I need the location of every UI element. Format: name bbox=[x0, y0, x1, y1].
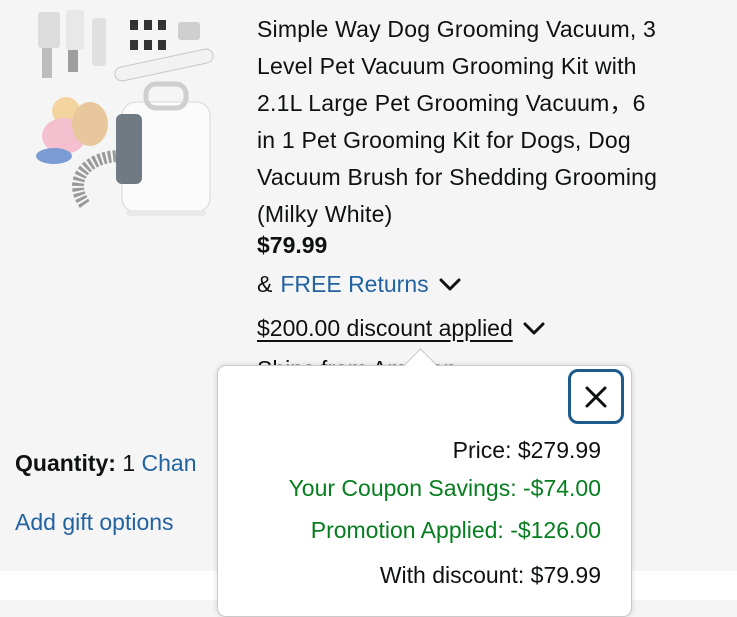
popover-promotion-line: Promotion Applied: -$126.00 bbox=[310, 517, 601, 543]
title-line: (Milky White) bbox=[257, 201, 393, 227]
discount-applied-text[interactable]: $200.00 discount applied bbox=[257, 315, 513, 342]
title-line: in 1 Pet Grooming Kit for Dogs, Dog bbox=[257, 127, 631, 153]
popover-arrow-cover bbox=[402, 366, 442, 378]
quantity-label: Quantity: bbox=[15, 450, 116, 476]
title-line: Simple Way Dog Grooming Vacuum, 3 bbox=[257, 16, 657, 42]
add-gift-options-link[interactable]: Add gift options bbox=[15, 509, 174, 536]
title-line: Level Pet Vacuum Grooming Kit with bbox=[257, 53, 637, 79]
free-returns-row: & FREE Returns bbox=[257, 271, 461, 298]
quantity-value: 1 bbox=[122, 450, 136, 476]
chevron-down-icon[interactable] bbox=[439, 278, 461, 292]
popover-with-discount-line: With discount: $79.99 bbox=[379, 562, 601, 588]
quantity-row: Quantity: 1 Chan bbox=[15, 450, 197, 477]
title-line: Vacuum Brush for Shedding Grooming bbox=[257, 164, 658, 190]
change-quantity-link[interactable]: Chan bbox=[142, 450, 197, 476]
chevron-down-icon[interactable] bbox=[523, 322, 545, 336]
discount-applied-toggle[interactable]: $200.00 discount applied bbox=[257, 315, 545, 342]
free-returns-link[interactable]: FREE Returns bbox=[280, 271, 428, 298]
close-x-icon bbox=[585, 386, 607, 407]
returns-prefix: & bbox=[257, 271, 273, 297]
popover-coupon-savings-line: Your Coupon Savings: -$74.00 bbox=[288, 475, 601, 501]
title-line: 2.1L Large Pet Grooming Vacuum，6 bbox=[257, 90, 646, 116]
product-image[interactable] bbox=[26, 6, 226, 228]
product-price: $79.99 bbox=[257, 232, 328, 258]
popover-price-line: Price: $279.99 bbox=[452, 437, 601, 463]
close-button[interactable] bbox=[568, 369, 624, 424]
product-title[interactable]: Simple Way Dog Grooming Vacuum, 3 Level … bbox=[257, 11, 723, 233]
